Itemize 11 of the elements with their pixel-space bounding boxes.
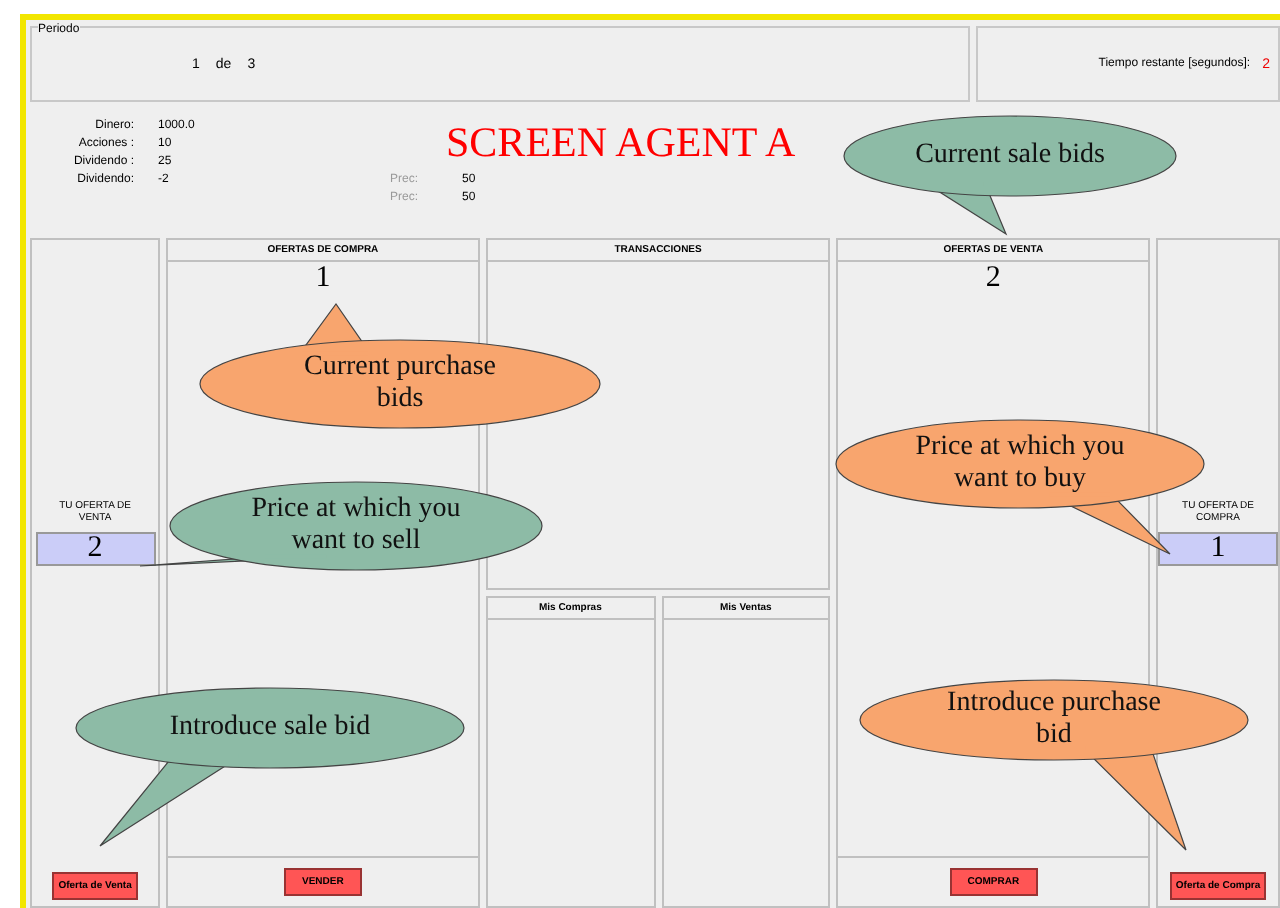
callout-text: Introduce purchase bid bbox=[945, 688, 1163, 752]
bid-item[interactable]: 2 bbox=[985, 262, 1001, 296]
callout-text: Introduce sale bid bbox=[167, 712, 373, 744]
offer-input-field[interactable]: 1 bbox=[1158, 532, 1279, 566]
callout-text: Price at which you want to sell bbox=[249, 494, 463, 558]
callout-text: Current purchase bids bbox=[301, 352, 499, 416]
callout-text: Current sale bids bbox=[913, 140, 1107, 172]
offer-input-field[interactable]: 2 bbox=[35, 532, 156, 566]
screen-title: SCREEN AGENT A bbox=[446, 118, 796, 168]
callout-text: Price at which you want to buy bbox=[913, 432, 1127, 496]
bid-item[interactable]: 1 bbox=[315, 262, 331, 296]
